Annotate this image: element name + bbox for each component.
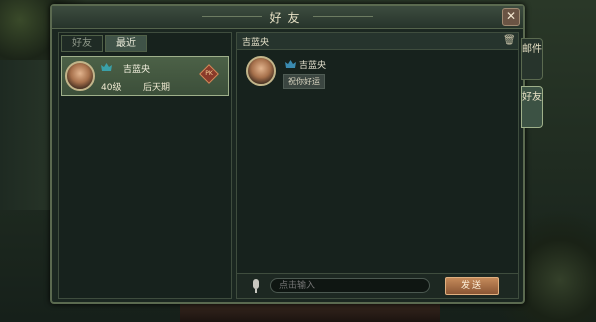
title-ornament	[313, 16, 373, 17]
send-button[interactable]: 发送	[445, 277, 499, 295]
chat-title: 吉蓝央	[242, 38, 270, 48]
chat-header: 吉蓝央 🗑	[237, 33, 518, 50]
trash-icon[interactable]: 🗑	[503, 34, 516, 47]
input-bar: 发送	[237, 273, 518, 298]
window-title: 好友	[269, 11, 306, 25]
pk-badge-icon[interactable]: PK	[199, 64, 219, 84]
vip-crown-icon	[101, 63, 112, 71]
tab-friends[interactable]: 好友	[61, 35, 103, 52]
message-bubble: 祝你好运	[283, 74, 325, 89]
title-bar: 好友 ✕	[52, 6, 523, 29]
close-button[interactable]: ✕	[502, 8, 520, 26]
vip-crown-icon	[285, 60, 296, 68]
pk-badge-label: PK	[205, 70, 213, 77]
chat-panel: 吉蓝央 🗑 吉蓝央 祝你好运 发送	[236, 32, 519, 299]
game-side-menu	[0, 60, 52, 210]
side-tab-friends[interactable]: 好友	[521, 86, 543, 128]
chat-input[interactable]	[270, 278, 430, 293]
friends-window: 好友 ✕ 好友 最近 吉蓝央 40级 后天期 PK 吉蓝央 🗑 吉蓝央 祝你好运	[50, 4, 525, 304]
contact-row[interactable]: 吉蓝央 40级 后天期 PK	[61, 56, 229, 96]
tab-recent[interactable]: 最近	[105, 35, 147, 52]
microphone-icon[interactable]	[253, 279, 259, 293]
avatar	[65, 61, 95, 91]
message-avatar[interactable]	[246, 56, 276, 86]
contact-name: 吉蓝央	[123, 65, 151, 75]
contact-realm: 后天期	[143, 83, 171, 93]
message-sender: 吉蓝央	[299, 61, 327, 71]
side-tab-mail[interactable]: 邮件	[521, 38, 543, 80]
contact-list-panel: 好友 最近 吉蓝央 40级 后天期 PK	[58, 32, 232, 299]
contact-level: 40级	[101, 83, 122, 93]
